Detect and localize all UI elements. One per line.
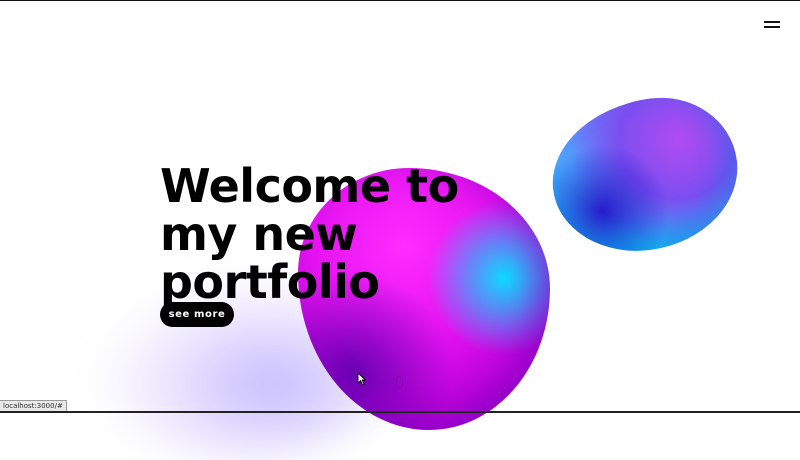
scroll-indicator-icon	[396, 376, 403, 388]
blue-gradient-blob	[542, 87, 748, 263]
window-top-border	[0, 0, 800, 1]
hamburger-icon	[764, 21, 780, 23]
hero-title: Welcome to my new portfolio	[160, 162, 460, 306]
mouse-cursor-icon	[357, 372, 367, 386]
hero-title-line-2: my new	[160, 207, 358, 261]
see-more-button[interactable]: see more	[160, 302, 234, 327]
hero-title-line-3: portfolio	[160, 255, 380, 309]
hamburger-icon-line	[764, 26, 780, 28]
hero-title-line-1: Welcome to	[160, 159, 459, 213]
hamburger-menu-button[interactable]	[762, 17, 782, 31]
